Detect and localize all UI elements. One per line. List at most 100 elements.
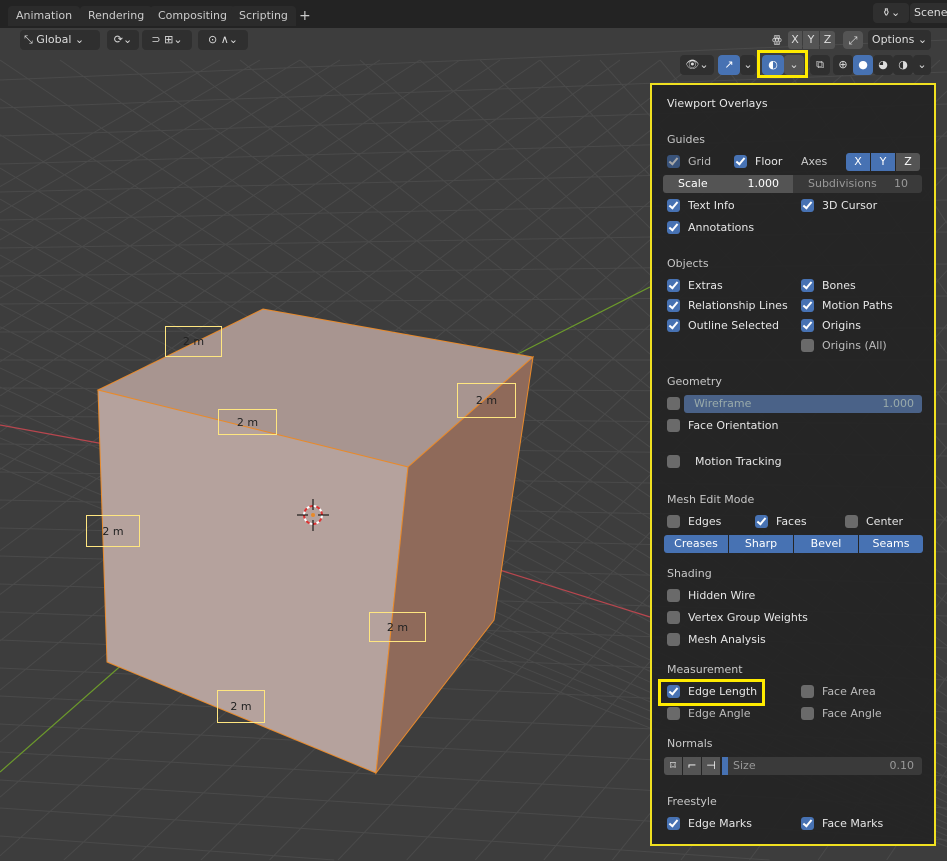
edge-length-label: 2 m bbox=[457, 383, 516, 418]
checkbox-extras[interactable]: Extras bbox=[667, 277, 792, 295]
vertex-normals-toggle[interactable]: ⌑ bbox=[664, 757, 682, 775]
checkbox-icon[interactable] bbox=[801, 817, 814, 830]
checkbox-relationship-lines[interactable]: Relationship Lines bbox=[667, 297, 792, 315]
creases-toggle[interactable]: Creases bbox=[664, 535, 728, 553]
checkbox-outline-selected[interactable]: Outline Selected bbox=[667, 317, 792, 335]
checkbox-icon[interactable] bbox=[667, 279, 680, 292]
checkbox-motion-paths[interactable]: Motion Paths bbox=[801, 297, 926, 315]
bevel-toggle[interactable]: Bevel bbox=[794, 535, 858, 553]
checkbox-face-area[interactable]: Face Area bbox=[801, 683, 926, 701]
checkbox-icon[interactable] bbox=[801, 707, 814, 720]
checkbox-icon[interactable] bbox=[734, 155, 747, 168]
face-normals-toggle[interactable]: ⊣ bbox=[702, 757, 720, 775]
checkbox-origins-all[interactable]: Origins (All) bbox=[801, 337, 926, 355]
pivot-point-dropdown[interactable]: ⟳⌄ bbox=[107, 30, 139, 50]
xray-toggle[interactable]: ⧉ bbox=[810, 55, 830, 75]
checkbox-edge-marks[interactable]: Edge Marks bbox=[667, 815, 792, 833]
checkbox-icon[interactable] bbox=[801, 199, 814, 212]
checkbox-face-orientation[interactable]: Face Orientation bbox=[667, 417, 792, 435]
gizmo-dropdown[interactable]: ⌄ bbox=[740, 55, 756, 75]
checkbox-icon[interactable] bbox=[667, 199, 680, 212]
checkbox-vertex-group-weights[interactable]: Vertex Group Weights bbox=[667, 609, 808, 627]
checkbox-icon[interactable] bbox=[667, 419, 680, 432]
floor-axis-z-toggle[interactable]: Z bbox=[896, 153, 920, 171]
checkbox-icon[interactable] bbox=[667, 221, 680, 234]
tab-animation[interactable]: Animation bbox=[8, 6, 81, 26]
checkbox-icon[interactable] bbox=[755, 515, 768, 528]
checkbox-floor[interactable]: Floor bbox=[734, 153, 859, 171]
visibility-selector[interactable]: 👁⌄ bbox=[680, 55, 714, 75]
floor-axis-y-toggle[interactable]: Y bbox=[871, 153, 895, 171]
grid-scale-field[interactable]: Scale 1.000 bbox=[663, 175, 793, 193]
checkbox-label: Text Info bbox=[688, 199, 735, 212]
mirror-y-button[interactable]: Y bbox=[803, 31, 819, 49]
mirror-icon[interactable]: ꙮ bbox=[767, 30, 787, 50]
auto-merge-icon[interactable]: ⤢ bbox=[843, 31, 863, 49]
checkbox-icon[interactable] bbox=[667, 455, 680, 468]
checkbox-icon[interactable] bbox=[667, 397, 680, 410]
checkbox-icon[interactable] bbox=[801, 299, 814, 312]
checkbox-bones[interactable]: Bones bbox=[801, 277, 926, 295]
checkbox-icon[interactable] bbox=[845, 515, 858, 528]
snap-toggle[interactable]: ⊃ ⊞⌄ bbox=[142, 30, 192, 50]
transform-orientation-dropdown[interactable]: ⤡ Global ⌄ bbox=[20, 30, 100, 50]
checkbox-hidden-wire[interactable]: Hidden Wire bbox=[667, 587, 792, 605]
split-normals-toggle[interactable]: ⌐ bbox=[683, 757, 701, 775]
checkbox-icon[interactable] bbox=[801, 339, 814, 352]
add-workspace-button[interactable]: + bbox=[294, 6, 316, 26]
checkbox-icon[interactable] bbox=[667, 707, 680, 720]
grid-subdivisions-field[interactable]: Subdivisions 10 bbox=[793, 175, 922, 193]
scene-name[interactable]: Scene bbox=[910, 3, 947, 23]
floor-axis-x-toggle[interactable]: X bbox=[846, 153, 870, 171]
checkbox-face-marks[interactable]: Face Marks bbox=[801, 815, 926, 833]
checkbox-icon[interactable] bbox=[801, 279, 814, 292]
wireframe-slider[interactable]: Wireframe 1.000 bbox=[684, 395, 922, 413]
shading-dropdown[interactable]: ⌄ bbox=[913, 55, 931, 75]
checkbox-icon[interactable] bbox=[667, 633, 680, 646]
edge-length-label: 2 m bbox=[165, 326, 222, 357]
section-shading: Shading bbox=[667, 567, 712, 580]
tab-compositing[interactable]: Compositing bbox=[150, 6, 235, 26]
seams-toggle[interactable]: Seams bbox=[859, 535, 923, 553]
proportional-editing-toggle[interactable]: ⊙ ∧⌄ bbox=[198, 30, 248, 50]
solid-shading-button[interactable]: ● bbox=[853, 55, 873, 75]
checkbox-icon[interactable] bbox=[801, 319, 814, 332]
sharp-toggle[interactable]: Sharp bbox=[729, 535, 793, 553]
mirror-x-button[interactable]: X bbox=[788, 31, 802, 49]
checkbox-origins[interactable]: Origins bbox=[801, 317, 926, 335]
checkbox-icon[interactable] bbox=[667, 589, 680, 602]
checkbox-label: Mesh Analysis bbox=[688, 633, 766, 646]
wireframe-label: Wireframe bbox=[694, 397, 752, 410]
normals-size-slider[interactable]: Size 0.10 bbox=[722, 757, 922, 775]
material-shading-button[interactable]: ◕ bbox=[873, 55, 893, 75]
checkbox-text-info[interactable]: Text Info bbox=[667, 197, 792, 215]
gizmo-toggle[interactable]: ↗ bbox=[718, 55, 740, 75]
checkbox-motion-tracking[interactable]: Motion Tracking bbox=[667, 453, 792, 471]
checkbox-face-angle[interactable]: Face Angle bbox=[801, 705, 926, 723]
checkbox-annotations[interactable]: Annotations bbox=[667, 219, 792, 237]
checkbox-icon[interactable] bbox=[667, 611, 680, 624]
rendered-shading-button[interactable]: ◑ bbox=[893, 55, 913, 75]
checkbox-cursor-3d[interactable]: 3D Cursor bbox=[801, 197, 926, 215]
mirror-z-button[interactable]: Z bbox=[820, 31, 835, 49]
checkbox-edge-angle[interactable]: Edge Angle bbox=[667, 705, 792, 723]
checkbox-label: Edge Angle bbox=[688, 707, 751, 720]
checkbox-icon[interactable] bbox=[667, 319, 680, 332]
scene-selector-icon[interactable]: ⚱⌄ bbox=[873, 3, 909, 23]
checkbox-icon[interactable] bbox=[667, 515, 680, 528]
tab-rendering[interactable]: Rendering bbox=[80, 6, 153, 26]
checkbox-icon[interactable] bbox=[801, 685, 814, 698]
wireframe-shading-button[interactable]: ⊕ bbox=[833, 55, 853, 75]
checkbox-label: Outline Selected bbox=[688, 319, 779, 332]
checkbox-mesh-analysis[interactable]: Mesh Analysis bbox=[667, 631, 792, 649]
checkbox-label: 3D Cursor bbox=[822, 199, 878, 212]
checkbox-icon[interactable] bbox=[667, 299, 680, 312]
tab-scripting[interactable]: Scripting bbox=[231, 6, 296, 26]
checkbox-icon[interactable] bbox=[667, 155, 680, 168]
checkbox-label: Origins (All) bbox=[822, 339, 887, 352]
edge-length-label: 2 m bbox=[86, 515, 140, 547]
checkbox-center[interactable]: Center bbox=[845, 513, 947, 531]
checkbox-icon[interactable] bbox=[667, 817, 680, 830]
size-label: Size bbox=[733, 759, 756, 772]
options-dropdown[interactable]: Options ⌄ bbox=[868, 30, 931, 50]
